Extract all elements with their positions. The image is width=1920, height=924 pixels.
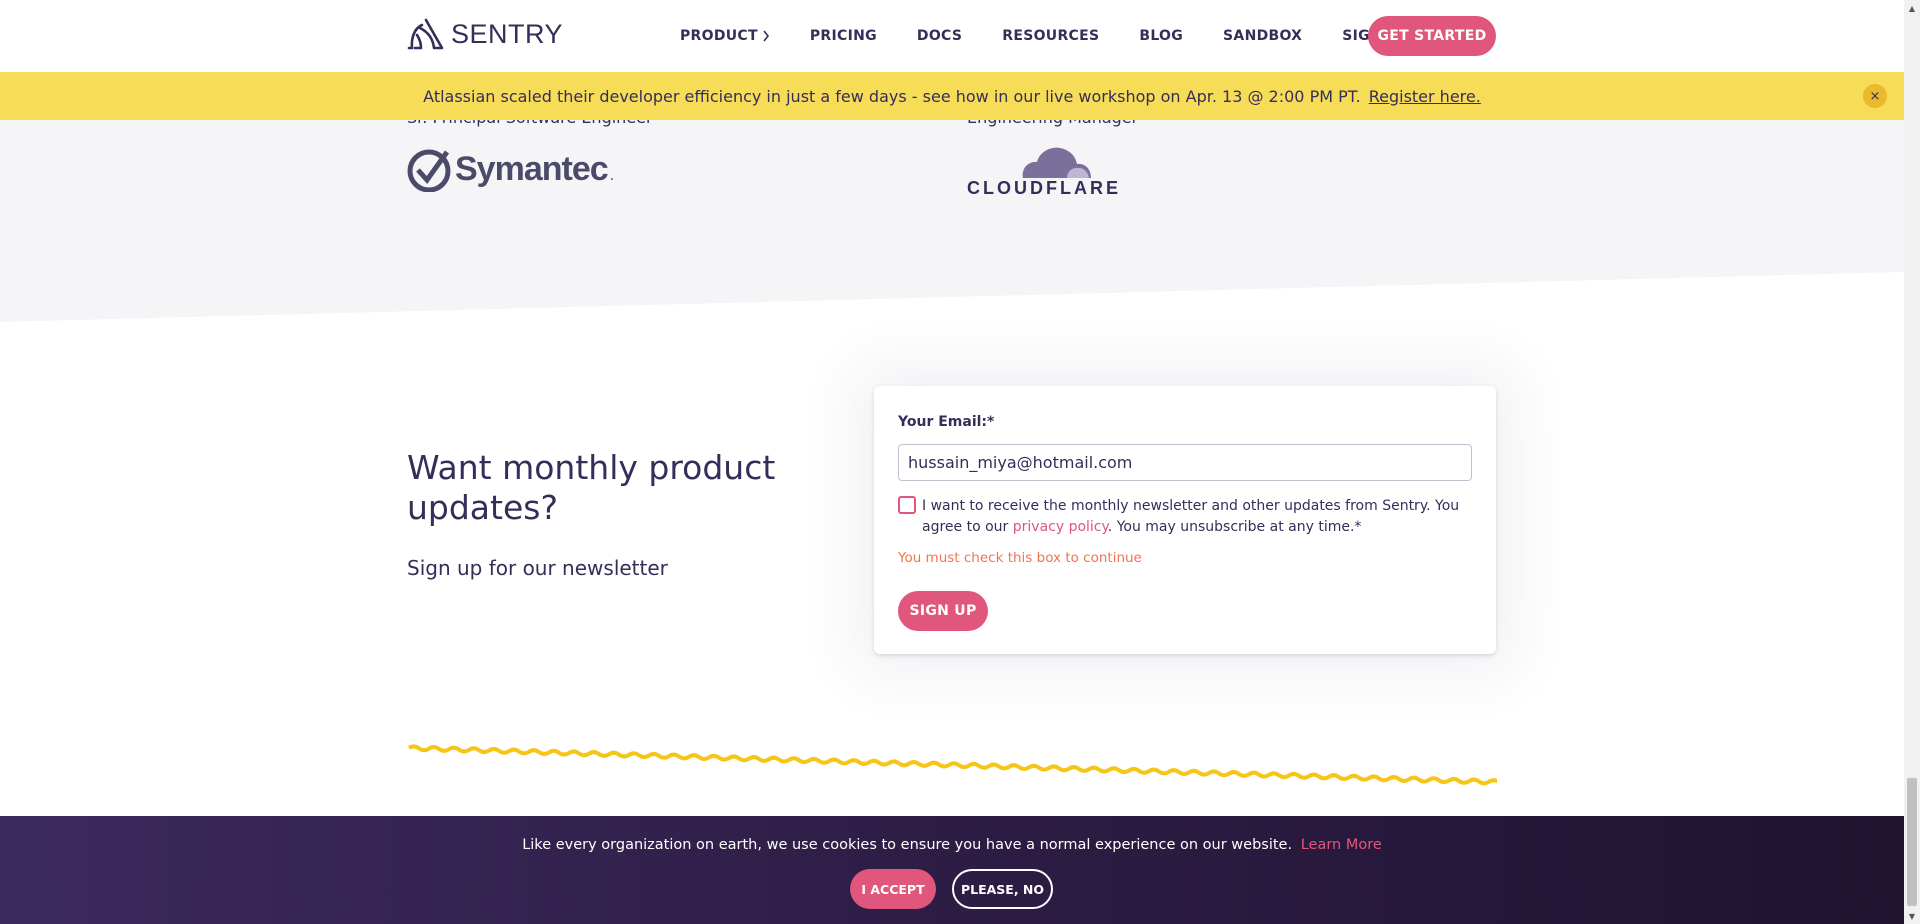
chevron-right-icon: [763, 30, 769, 42]
symantec-trademark: .: [609, 168, 615, 184]
symantec-check-icon: [407, 149, 451, 192]
decline-cookies-button[interactable]: PLEASE, NO: [952, 869, 1053, 909]
accept-cookies-button[interactable]: I ACCEPT: [850, 869, 936, 909]
page-scrollbar[interactable]: ▲ ▼: [1904, 0, 1920, 924]
cookie-text: Like every organization on earth, we use…: [522, 837, 1293, 853]
newsletter-form: Your Email:* I want to receive the month…: [874, 386, 1496, 654]
nav-resources[interactable]: RESOURCES: [1002, 28, 1099, 44]
site-header: SENTRY PRODUCT PRICING DOCS RESOURCES BL…: [0, 0, 1904, 72]
cookie-banner: Like every organization on earth, we use…: [0, 816, 1904, 924]
consent-text: I want to receive the monthly newsletter…: [922, 496, 1472, 538]
newsletter-heading: Want monthly product updates?: [407, 448, 776, 527]
learn-more-link[interactable]: Learn More: [1301, 837, 1382, 853]
sign-up-button[interactable]: SIGN UP: [898, 591, 988, 631]
privacy-policy-link[interactable]: privacy policy: [1013, 519, 1108, 535]
checkbox-error-message: You must check this box to continue: [898, 550, 1142, 566]
nav-sandbox[interactable]: SANDBOX: [1223, 28, 1302, 44]
page: Sr. Principal Software Engineer Engineer…: [0, 0, 1904, 924]
nav-product[interactable]: PRODUCT: [680, 28, 770, 44]
newsletter-consent-checkbox[interactable]: [898, 496, 916, 514]
scroll-up-arrow-icon[interactable]: ▲: [1904, 0, 1920, 16]
cookie-message: Like every organization on earth, we use…: [0, 837, 1904, 853]
nav-docs[interactable]: DOCS: [917, 28, 962, 44]
scrollbar-thumb[interactable]: [1907, 778, 1917, 906]
wavy-divider: [407, 744, 1497, 786]
symantec-wordmark: Symantec: [455, 149, 609, 188]
symantec-logo: Symantec.: [407, 146, 614, 192]
sentry-logo[interactable]: SENTRY: [407, 17, 563, 51]
get-started-button[interactable]: GET STARTED: [1368, 16, 1496, 56]
announcement-text: Atlassian scaled their developer efficie…: [423, 86, 1361, 106]
main-nav: PRODUCT PRICING DOCS RESOURCES BLOG SAND…: [680, 0, 1445, 72]
cloudflare-logo: CLOUDFLARE: [967, 144, 1121, 199]
cloudflare-wordmark: CLOUDFLARE: [967, 178, 1121, 198]
consent-text-after: . You may unsubscribe at any time.*: [1107, 519, 1362, 535]
announcement-banner: Atlassian scaled their developer efficie…: [0, 72, 1904, 120]
cloudflare-cloud-icon: [1022, 147, 1091, 178]
close-icon[interactable]: ×: [1863, 84, 1887, 108]
email-field[interactable]: [898, 444, 1472, 481]
nav-pricing[interactable]: PRICING: [810, 28, 877, 44]
register-link[interactable]: Register here.: [1369, 87, 1481, 106]
newsletter-subheading: Sign up for our newsletter: [407, 556, 668, 580]
nav-product-label: PRODUCT: [680, 28, 758, 44]
email-label: Your Email:*: [898, 414, 995, 430]
sentry-wordmark: SENTRY: [451, 18, 564, 49]
sentry-logo-icon: [407, 18, 444, 50]
nav-blog[interactable]: BLOG: [1139, 28, 1183, 44]
scroll-down-arrow-icon[interactable]: ▼: [1904, 908, 1920, 924]
